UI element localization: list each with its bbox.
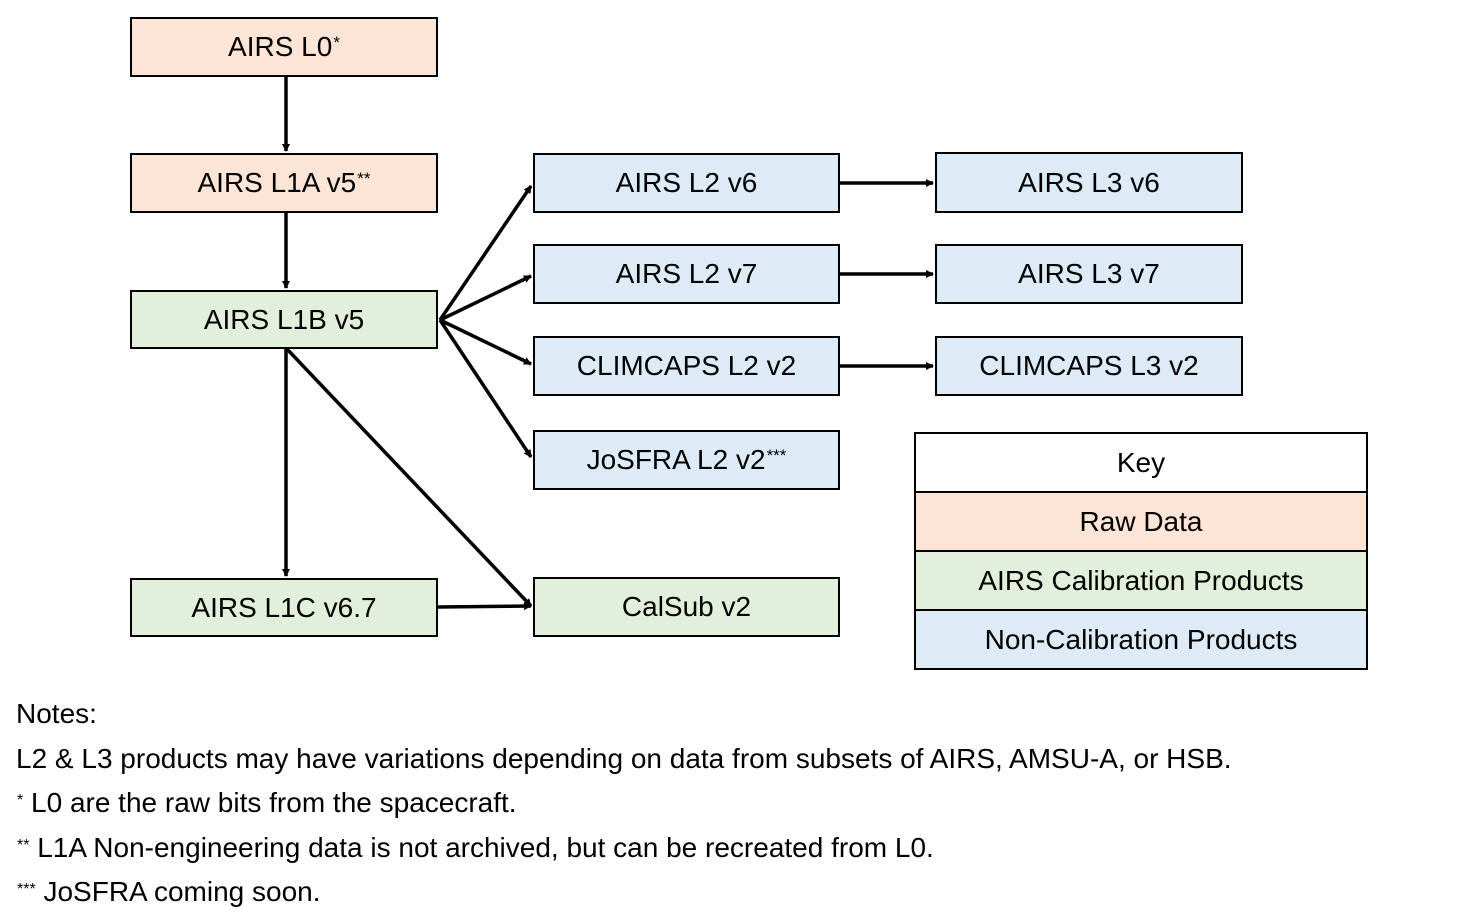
- footnote-mark: *: [17, 792, 24, 809]
- footnote-mark: *: [333, 33, 340, 52]
- node-climcaps-l2: CLIMCAPS L2 v2: [533, 336, 840, 396]
- footnote-mark: **: [17, 836, 30, 854]
- note-text: L0 are the raw bits from the spacecraft.: [23, 787, 517, 818]
- node-label: AIRS L3 v7: [1018, 258, 1160, 289]
- legend-key: Key Raw Data AIRS Calibration Products N…: [914, 432, 1368, 670]
- node-label: AIRS L2 v6: [615, 167, 758, 198]
- node-label: AIRS L1A v5: [197, 167, 357, 198]
- note-1: * L0 are the raw bits from the spacecraf…: [16, 781, 1232, 826]
- node-airs-l1a: AIRS L1A v5 **: [130, 153, 438, 213]
- node-label: CLIMCAPS L3 v2: [979, 350, 1199, 381]
- notes-heading: Notes:: [16, 698, 97, 729]
- node-josfra-l2: JoSFRA L2 v2 ***: [533, 430, 840, 490]
- notes: Notes: L2 & L3 products may have variati…: [16, 692, 1232, 915]
- key-title: Key: [916, 434, 1366, 491]
- node-label: AIRS L2 v7: [615, 258, 758, 289]
- note-line: L2 & L3 products may have variations dep…: [16, 742, 1232, 774]
- note-text: JoSFRA coming soon.: [35, 876, 321, 907]
- node-label: AIRS L3 v6: [1018, 166, 1160, 198]
- arrow-l1b-calsub: [284, 346, 533, 608]
- node-airs-l3-v7: AIRS L3 v7: [935, 244, 1243, 304]
- footnote-mark: ***: [17, 881, 36, 898]
- arrow-l1c-calsub: [437, 602, 532, 611]
- node-airs-l1b: AIRS L1B v5: [130, 290, 438, 349]
- note-2: ** L1A Non-engineering data is not archi…: [16, 826, 1232, 871]
- node-label: AIRS L1B v5: [203, 303, 365, 335]
- note-text: L1A Non-engineering data is not archived…: [29, 831, 934, 863]
- node-airs-l3-v6: AIRS L3 v6: [935, 152, 1243, 213]
- node-climcaps-l3: CLIMCAPS L3 v2: [935, 336, 1243, 396]
- key-calibration: AIRS Calibration Products: [916, 550, 1366, 609]
- node-airs-l1c: AIRS L1C v6.7: [130, 578, 438, 637]
- node-label: CalSub v2: [621, 591, 752, 622]
- node-airs-l2-v6: AIRS L2 v6: [533, 153, 840, 213]
- node-airs-l2-v7: AIRS L2 v7: [533, 244, 840, 304]
- note-3: *** JoSFRA coming soon.: [16, 870, 1232, 915]
- node-airs-l0: AIRS L0 *: [130, 17, 438, 77]
- node-calsub: CalSub v2: [533, 577, 840, 637]
- key-non-calibration: Non-Calibration Products: [916, 609, 1366, 668]
- node-label: CLIMCAPS L2 v2: [576, 350, 797, 381]
- node-label: JoSFRA L2 v2: [586, 444, 766, 475]
- footnote-mark: ***: [766, 446, 787, 465]
- footnote-mark: **: [357, 169, 371, 188]
- node-label: AIRS L1C v6.7: [191, 591, 377, 623]
- node-label: AIRS L0: [228, 31, 333, 62]
- key-raw-data: Raw Data: [916, 491, 1366, 550]
